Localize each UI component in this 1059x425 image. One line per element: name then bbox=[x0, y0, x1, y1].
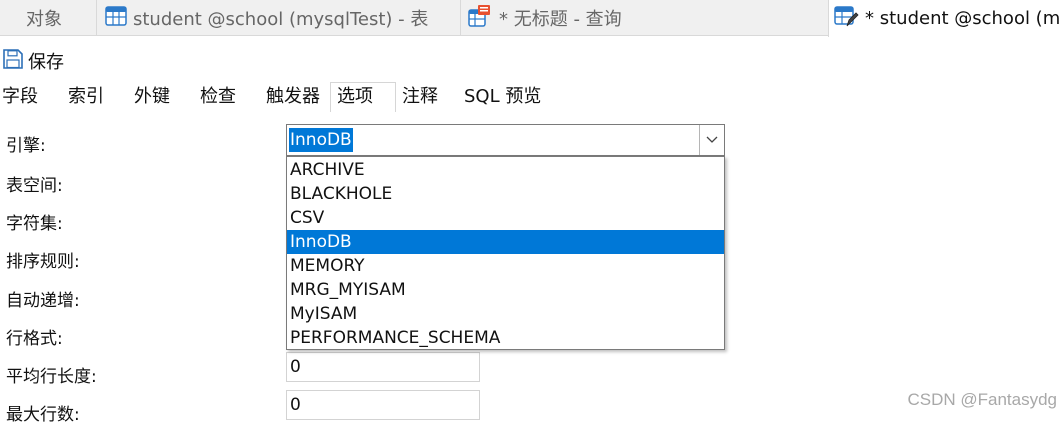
engine-option-archive[interactable]: ARCHIVE bbox=[287, 158, 724, 182]
save-icon bbox=[2, 48, 24, 75]
tab-options[interactable]: 选项 bbox=[330, 82, 396, 112]
engine-option-csv[interactable]: CSV bbox=[287, 206, 724, 230]
avg-row-length-input[interactable]: 0 bbox=[286, 352, 480, 382]
tab-foreign-keys[interactable]: 外键 bbox=[132, 82, 198, 112]
tab-student-design-label: * student @school (mys bbox=[865, 8, 1059, 29]
engine-option-blackhole[interactable]: BLACKHOLE bbox=[287, 182, 724, 206]
tab-triggers[interactable]: 触发器 bbox=[264, 82, 330, 112]
tab-checks[interactable]: 检查 bbox=[198, 82, 264, 112]
tab-comment[interactable]: 注释 bbox=[396, 82, 458, 112]
max-rows-label: 最大行数: bbox=[6, 405, 80, 425]
engine-option-mrg-myisam[interactable]: MRG_MYISAM bbox=[287, 278, 724, 302]
document-tab-strip: 对象 student @school (mysqlTest) - 表 * 无标题… bbox=[0, 0, 1059, 37]
tab-objects-label: 对象 bbox=[26, 9, 62, 30]
design-subtabs: 字段 索引 外键 检查 触发器 选项 注释 SQL 预览 bbox=[0, 82, 545, 112]
save-button-label: 保存 bbox=[28, 52, 64, 73]
design-table-icon bbox=[833, 4, 859, 33]
max-rows-input[interactable]: 0 bbox=[286, 390, 480, 420]
collation-label: 排序规则: bbox=[6, 252, 80, 272]
auto-increment-label: 自动递增: bbox=[6, 291, 80, 311]
engine-label: 引擎: bbox=[6, 136, 46, 156]
charset-label: 字符集: bbox=[6, 214, 63, 234]
chevron-down-icon[interactable] bbox=[699, 125, 724, 155]
save-button[interactable]: 保存 bbox=[2, 48, 64, 75]
tab-untitled-query[interactable]: * 无标题 - 查询 bbox=[460, 0, 828, 36]
tab-student-design[interactable]: * student @school (mys bbox=[828, 0, 1059, 37]
engine-select[interactable]: InnoDB bbox=[286, 124, 725, 156]
row-format-label: 行格式: bbox=[6, 329, 63, 349]
engine-option-innodb[interactable]: InnoDB bbox=[287, 230, 724, 254]
table-icon bbox=[105, 5, 127, 32]
engine-option-myisam[interactable]: MyISAM bbox=[287, 302, 724, 326]
engine-select-value: InnoDB bbox=[289, 128, 353, 152]
engine-option-memory[interactable]: MEMORY bbox=[287, 254, 724, 278]
tablespace-label: 表空间: bbox=[6, 176, 63, 196]
tab-indexes[interactable]: 索引 bbox=[66, 82, 132, 112]
tab-student-table[interactable]: student @school (mysqlTest) - 表 bbox=[96, 0, 460, 36]
avg-row-length-label: 平均行长度: bbox=[6, 367, 97, 387]
tab-fields[interactable]: 字段 bbox=[0, 82, 66, 112]
engine-dropdown-list: ARCHIVE BLACKHOLE CSV InnoDB MEMORY MRG_… bbox=[286, 156, 725, 350]
watermark: CSDN @Fantasydg bbox=[907, 390, 1057, 409]
query-icon bbox=[467, 4, 493, 33]
engine-option-performance-schema[interactable]: PERFORMANCE_SCHEMA bbox=[287, 326, 724, 350]
tab-objects[interactable]: 对象 bbox=[0, 0, 96, 36]
tab-sql-preview[interactable]: SQL 预览 bbox=[458, 82, 545, 112]
tab-student-table-label: student @school (mysqlTest) - 表 bbox=[133, 9, 429, 30]
tab-untitled-query-label: * 无标题 - 查询 bbox=[499, 9, 622, 30]
toolbar: 保存 bbox=[0, 44, 64, 78]
